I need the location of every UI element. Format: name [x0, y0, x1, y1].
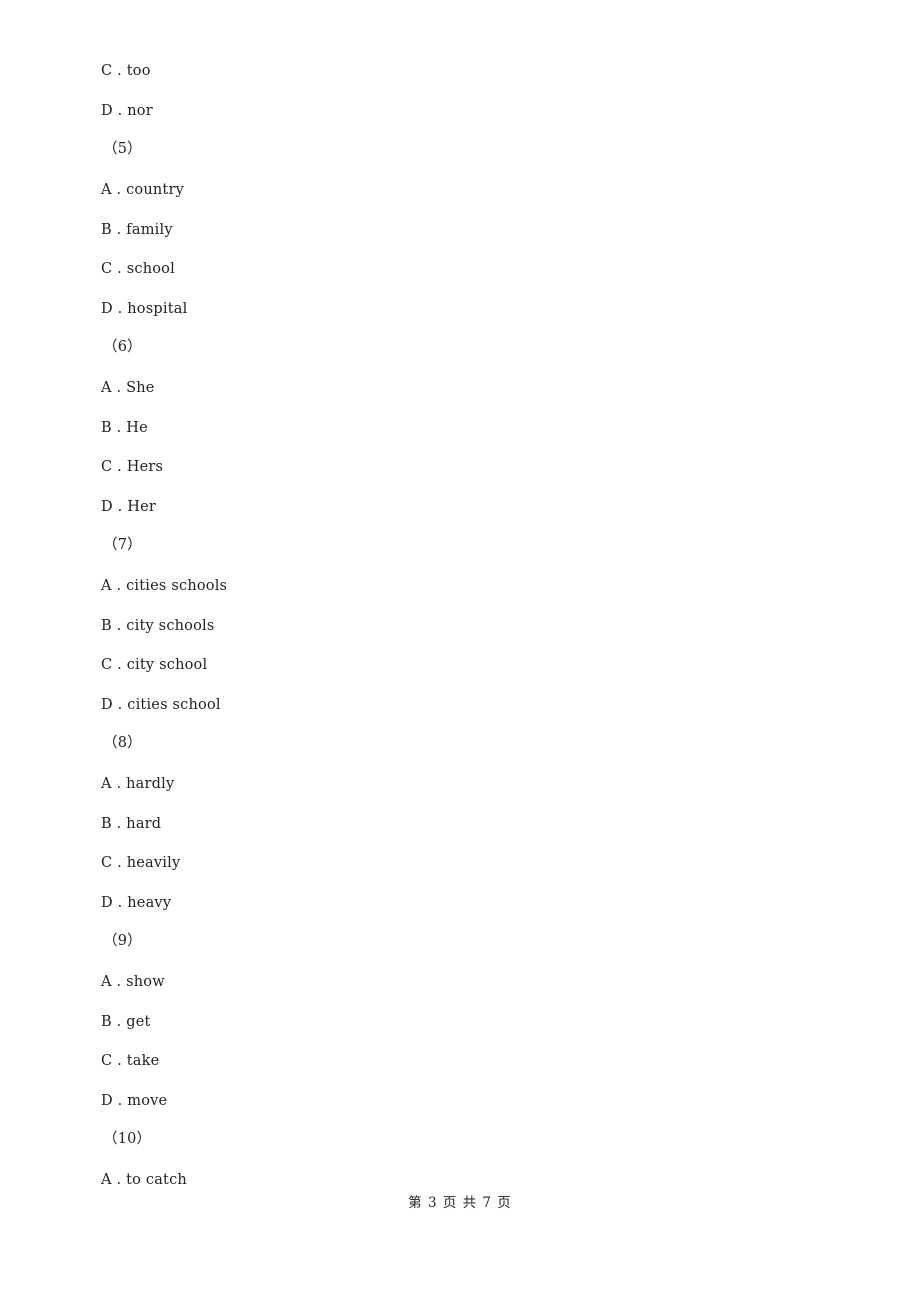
question-number: （9） — [103, 933, 142, 949]
option-letter: A — [101, 182, 112, 198]
option-letter: C — [101, 459, 113, 475]
option-text: family — [126, 222, 173, 238]
question-number: （6） — [103, 339, 142, 355]
option-separator: . — [112, 895, 128, 911]
option-text: heavily — [126, 855, 181, 871]
option-separator: . — [111, 816, 127, 832]
option-separator: . — [112, 301, 128, 317]
option-separator: . — [111, 578, 127, 594]
answer-option: B . get — [101, 1013, 151, 1031]
option-letter: D — [101, 697, 113, 713]
answer-option: B . city schools — [101, 617, 215, 635]
option-separator: . — [111, 1172, 127, 1188]
option-separator: . — [112, 1093, 128, 1109]
option-letter: C — [101, 261, 113, 277]
option-separator: . — [112, 855, 127, 871]
option-text: move — [127, 1093, 168, 1109]
option-separator: . — [112, 1053, 127, 1069]
option-letter: A — [101, 1172, 112, 1188]
answer-option: A . country — [101, 181, 184, 199]
question-number: （8） — [103, 735, 142, 751]
option-text: Hers — [126, 459, 164, 475]
option-separator: . — [111, 618, 127, 634]
answer-option: C . heavily — [101, 854, 180, 872]
answer-option: C . take — [101, 1052, 159, 1070]
option-letter: C — [101, 657, 113, 673]
answer-option: C . Hers — [101, 458, 163, 476]
option-text: nor — [127, 103, 153, 119]
answer-option: A . cities schools — [101, 577, 227, 595]
option-text: hospital — [127, 301, 188, 317]
option-text: to catch — [126, 1172, 187, 1188]
answer-option: B . family — [101, 221, 173, 239]
answer-option: B . He — [101, 419, 148, 437]
option-separator: . — [112, 657, 127, 673]
answer-option: D . cities school — [101, 696, 221, 714]
option-text: take — [126, 1053, 160, 1069]
option-separator: . — [112, 63, 127, 79]
option-separator: . — [112, 459, 127, 475]
option-letter: C — [101, 63, 113, 79]
option-letter: A — [101, 974, 112, 990]
option-separator: . — [112, 261, 127, 277]
option-letter: D — [101, 895, 113, 911]
answer-option: D . hospital — [101, 300, 187, 318]
answer-option: D . move — [101, 1092, 167, 1110]
answer-option: C . city school — [101, 656, 207, 674]
option-text: cities school — [127, 697, 221, 713]
option-letter: A — [101, 380, 112, 396]
option-separator: . — [112, 103, 128, 119]
option-text: He — [126, 420, 148, 436]
option-letter: D — [101, 301, 113, 317]
option-letter: B — [101, 222, 112, 238]
option-text: school — [126, 261, 175, 277]
option-separator: . — [111, 1014, 127, 1030]
option-text: Her — [127, 499, 157, 515]
option-letter: B — [101, 618, 112, 634]
option-separator: . — [112, 697, 128, 713]
answer-option: C . too — [101, 62, 151, 80]
option-letter: B — [101, 420, 112, 436]
option-text: show — [126, 974, 165, 990]
option-letter: D — [101, 1093, 113, 1109]
option-separator: . — [111, 776, 127, 792]
option-separator: . — [111, 182, 127, 198]
option-separator: . — [112, 499, 128, 515]
question-number: （5） — [103, 141, 142, 157]
answer-option: D . heavy — [101, 894, 171, 912]
option-letter: B — [101, 816, 112, 832]
answer-option: D . nor — [101, 102, 153, 120]
option-text: She — [126, 380, 155, 396]
answer-option: A . show — [101, 973, 165, 991]
option-separator: . — [111, 222, 127, 238]
option-letter: D — [101, 103, 113, 119]
answer-option: A . She — [101, 379, 155, 397]
option-text: hardly — [126, 776, 175, 792]
question-number: （7） — [103, 537, 142, 553]
answer-option: A . to catch — [101, 1171, 187, 1189]
option-separator: . — [111, 974, 127, 990]
option-letter: C — [101, 855, 113, 871]
answer-option: A . hardly — [101, 775, 174, 793]
option-text: get — [126, 1014, 151, 1030]
answer-option: D . Her — [101, 498, 156, 516]
option-text: country — [126, 182, 184, 198]
option-text: city schools — [126, 618, 215, 634]
option-letter: B — [101, 1014, 112, 1030]
option-text: hard — [126, 816, 162, 832]
option-separator: . — [111, 380, 127, 396]
option-text: heavy — [127, 895, 172, 911]
option-letter: A — [101, 776, 112, 792]
option-separator: . — [111, 420, 127, 436]
option-text: too — [126, 63, 151, 79]
answer-option: C . school — [101, 260, 175, 278]
option-letter: C — [101, 1053, 113, 1069]
page-footer: 第 3 页 共 7 页 — [408, 1195, 512, 1211]
question-number: （10） — [103, 1131, 152, 1147]
option-text: cities schools — [126, 578, 228, 594]
option-letter: D — [101, 499, 113, 515]
option-letter: A — [101, 578, 112, 594]
option-text: city school — [126, 657, 208, 673]
answer-option: B . hard — [101, 815, 161, 833]
